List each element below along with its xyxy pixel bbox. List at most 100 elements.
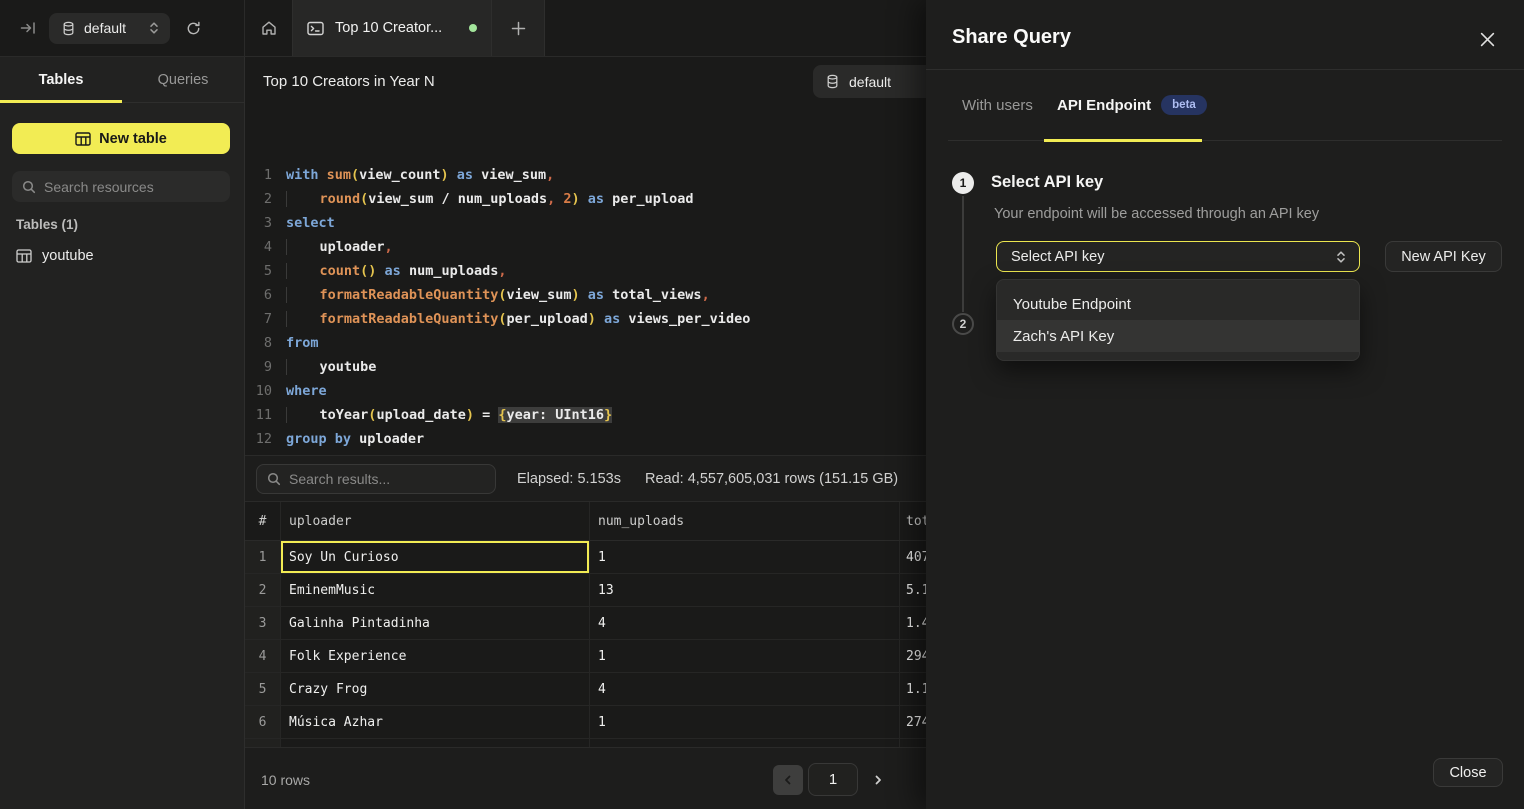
database-icon xyxy=(825,74,840,89)
chevron-up-down-icon xyxy=(148,21,160,35)
line-number: 3 xyxy=(245,211,272,235)
new-tab-button[interactable] xyxy=(492,0,545,56)
code-lines: 1with sum(view_count) as view_sum,2 roun… xyxy=(245,163,926,455)
code-text: where xyxy=(286,379,327,403)
beta-badge: beta xyxy=(1161,95,1207,115)
code-text: uploader, xyxy=(286,235,393,259)
total-views-cell[interactable]: 1.1 xyxy=(900,673,926,705)
code-text: formatReadableQuantity(per_upload) as vi… xyxy=(286,307,750,331)
tab-tables[interactable]: Tables xyxy=(0,57,122,102)
query-tab[interactable]: Top 10 Creator... xyxy=(292,0,492,56)
resource-search[interactable] xyxy=(12,171,230,202)
new-api-key-button[interactable]: New API Key xyxy=(1385,241,1502,272)
editor-database-selector[interactable]: default xyxy=(813,65,926,98)
uploader-cell[interactable]: Crazy Frog xyxy=(281,673,590,705)
close-panel-button[interactable] xyxy=(1478,30,1496,48)
code-line: 1with sum(view_count) as view_sum, xyxy=(245,163,926,187)
line-number: 12 xyxy=(245,427,272,451)
api-key-menu-item[interactable]: Youtube Endpoint xyxy=(997,288,1359,320)
line-number: 1 xyxy=(245,163,272,187)
uploader-cell[interactable]: EminemMusic xyxy=(281,574,590,606)
code-text: youtube xyxy=(286,355,376,379)
code-line: 5 count() as num_uploads, xyxy=(245,259,926,283)
chevron-right-icon xyxy=(872,774,884,786)
total-views-cell[interactable]: 274 xyxy=(900,706,926,738)
previous-page-button[interactable] xyxy=(773,765,803,795)
uploader-cell[interactable]: Música Azhar xyxy=(281,706,590,738)
table-row: 6Música Azhar1274 xyxy=(245,706,926,739)
column-header-num-uploads[interactable]: num_uploads xyxy=(590,502,900,540)
api-endpoint-label: API Endpoint xyxy=(1057,97,1151,114)
api-key-menu-item[interactable]: Zach's API Key xyxy=(997,320,1359,352)
results-search-input[interactable] xyxy=(289,471,485,487)
num-uploads-cell[interactable]: 4 xyxy=(590,607,900,639)
num-uploads-cell[interactable]: 1 xyxy=(590,706,900,738)
refresh-button[interactable] xyxy=(177,12,209,44)
current-page-button[interactable]: 1 xyxy=(808,763,858,796)
results-table: # uploader num_uploads total_views 1Soy … xyxy=(245,501,926,747)
total-views-cell[interactable]: 1.4 xyxy=(900,607,926,639)
search-icon xyxy=(22,180,36,194)
terminal-icon xyxy=(307,21,324,36)
row-index-cell[interactable]: 3 xyxy=(245,607,281,639)
collapse-sidebar-button[interactable] xyxy=(12,12,44,44)
code-text: toYear(upload_date) = {year: UInt16} xyxy=(286,403,612,427)
top-bar-left: default xyxy=(0,0,245,56)
row-index-cell[interactable]: 2 xyxy=(245,574,281,606)
table-row: 5Crazy Frog41.1 xyxy=(245,673,926,706)
pagination: 1 xyxy=(773,763,893,796)
new-table-button[interactable]: New table xyxy=(12,123,230,154)
row-index-cell[interactable]: 6 xyxy=(245,706,281,738)
query-tab-title: Top 10 Creator... xyxy=(335,20,458,36)
code-text: group by uploader xyxy=(286,427,424,451)
total-views-cell[interactable]: 5.1 xyxy=(900,574,926,606)
api-key-dropdown-value: Select API key xyxy=(1011,249,1105,265)
num-uploads-cell[interactable]: 1 xyxy=(590,640,900,672)
uploader-cell[interactable]: Soy Un Curioso xyxy=(281,541,590,573)
database-selector[interactable]: default xyxy=(49,13,170,44)
line-number: 8 xyxy=(245,331,272,355)
table-icon xyxy=(16,249,32,263)
results-toolbar: Elapsed: 5.153s Read: 4,557,605,031 rows… xyxy=(245,455,926,501)
editor-database-value: default xyxy=(849,74,891,90)
column-header-uploader[interactable]: uploader xyxy=(281,502,590,540)
home-button[interactable] xyxy=(245,0,292,56)
resource-search-input[interactable] xyxy=(44,179,220,195)
sql-editor[interactable]: 1with sum(view_count) as view_sum,2 roun… xyxy=(245,110,926,455)
table-icon xyxy=(75,132,91,146)
app-window: default Top 10 Creator... xyxy=(0,0,1524,809)
total-views-cell[interactable]: 407 xyxy=(900,541,926,573)
code-text: count() as num_uploads, xyxy=(286,259,506,283)
tab-with-users[interactable]: With users xyxy=(962,70,1033,140)
num-uploads-cell[interactable]: 1 xyxy=(590,541,900,573)
column-header-index[interactable]: # xyxy=(245,502,281,540)
code-line: 3select xyxy=(245,211,926,235)
num-uploads-cell[interactable]: 4 xyxy=(590,673,900,705)
api-key-menu: Youtube EndpointZach's API Key xyxy=(996,279,1360,361)
sidebar-item-youtube[interactable]: youtube xyxy=(8,241,237,271)
tab-api-endpoint[interactable]: API Endpoint beta xyxy=(1057,70,1207,140)
home-icon xyxy=(260,19,278,37)
sidebar: Tables Queries New table Tables (1) yout… xyxy=(0,57,245,809)
code-line: 4 uploader, xyxy=(245,235,926,259)
row-index-cell[interactable]: 4 xyxy=(245,640,281,672)
line-number: 11 xyxy=(245,403,272,427)
results-search[interactable] xyxy=(256,464,496,494)
total-views-cell[interactable]: 294 xyxy=(900,640,926,672)
row-index-cell[interactable]: 1 xyxy=(245,541,281,573)
column-header-total-views[interactable]: total_views xyxy=(900,502,926,540)
api-key-dropdown[interactable]: Select API key xyxy=(996,241,1360,272)
table-row: 3Galinha Pintadinha41.4 xyxy=(245,607,926,640)
uploader-cell[interactable]: Folk Experience xyxy=(281,640,590,672)
plus-icon xyxy=(511,21,526,36)
active-tab-underline xyxy=(0,100,122,103)
close-button[interactable]: Close xyxy=(1433,758,1503,787)
table-row: 4Folk Experience1294 xyxy=(245,640,926,673)
next-page-button[interactable] xyxy=(863,765,893,795)
chevron-up-down-icon xyxy=(1335,250,1347,264)
num-uploads-cell[interactable]: 13 xyxy=(590,574,900,606)
tab-queries[interactable]: Queries xyxy=(122,57,244,102)
row-index-cell[interactable]: 5 xyxy=(245,673,281,705)
uploader-cell[interactable]: Galinha Pintadinha xyxy=(281,607,590,639)
tabs-divider xyxy=(948,140,1502,141)
